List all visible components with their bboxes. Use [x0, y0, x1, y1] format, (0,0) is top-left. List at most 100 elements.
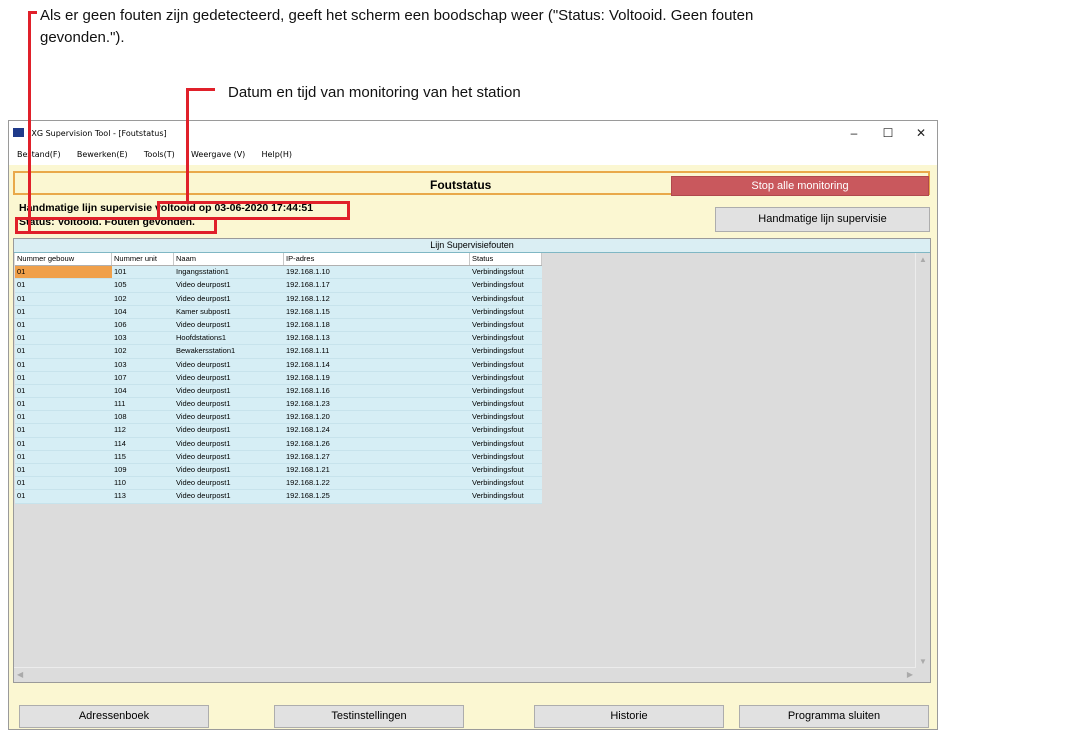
table-row[interactable]: 01 108 Video deurpost1 192.168.1.20 Verbindi… — [15, 411, 542, 425]
table-row[interactable]: 01 101 Ingangsstation1 192.168.1.10 Verbindi… — [15, 266, 542, 280]
column-header[interactable]: Status — [470, 253, 542, 266]
table-cell: 192.168.1.27 — [286, 451, 330, 461]
table-cell: 104 — [114, 385, 127, 395]
table-cell: 01 — [17, 478, 26, 488]
table-cell: 102 — [114, 293, 127, 303]
menu-file[interactable]: Bestand(F) — [17, 150, 61, 159]
stop-all-monitoring-button[interactable]: Stop alle monitoring — [671, 176, 929, 196]
table-cell: 192.168.1.10 — [286, 267, 330, 277]
scroll-down-icon[interactable]: ▼ — [919, 657, 927, 666]
table-cell: 192.168.1.22 — [286, 478, 330, 488]
table-row[interactable]: 01 102 Bewakersstation1 192.168.1.11 Verbind… — [15, 345, 542, 359]
table-cell: 192.168.1.15 — [286, 306, 330, 316]
history-button[interactable]: Historie — [534, 705, 724, 728]
table-cell: 01 — [17, 372, 26, 382]
table-cell: 108 — [114, 412, 127, 422]
table-cell: Verbindingsfout — [472, 399, 524, 409]
table-cell: 192.168.1.12 — [286, 293, 330, 303]
table-cell: 01 — [17, 491, 26, 501]
table-cell: 192.168.1.11 — [286, 346, 330, 356]
table-row[interactable]: 01 107 Video deurpost1 192.168.1.19 Verbindi… — [15, 371, 542, 385]
table-cell: 103 — [114, 359, 127, 369]
annotation-no-errors: Als er geen fouten zijn gedetecteerd, ge… — [40, 5, 753, 49]
table-row[interactable]: 01 104 Video deurpost1 192.168.1.16 Verbindi… — [15, 384, 542, 399]
table-row[interactable]: 01 111 Video deurpost1 192.168.1.23 Verbindi… — [15, 398, 542, 412]
menu-edit[interactable]: Bewerken(E) — [77, 150, 128, 159]
callout-line-vertical-1 — [28, 11, 31, 233]
table-row[interactable]: 01 106 Video deurpost1 192.168.1.18 Verbindi… — [15, 318, 542, 333]
table-cell: 192.168.1.23 — [286, 399, 330, 409]
table-row[interactable]: 01 104 Kamer subpost1 192.168.1.15 Verbindin… — [15, 305, 542, 319]
table-cell: 192.168.1.21 — [286, 465, 330, 474]
vertical-scrollbar[interactable]: ▲ ▼ — [915, 253, 930, 668]
table-row[interactable]: 01 112 Video deurpost1 192.168.1.24 Verbindi… — [15, 424, 542, 438]
table-cell: Verbindingsfout — [472, 359, 524, 369]
window-title: IXG Supervision Tool - [Foutstatus] — [29, 129, 167, 138]
address-book-button[interactable]: Adressenboek — [19, 705, 209, 728]
column-header[interactable]: IP-adres — [284, 253, 470, 266]
table-cell: 192.168.1.13 — [286, 333, 330, 343]
table-row[interactable]: 01 102 Video deurpost1 192.168.1.12 Verbindi… — [15, 292, 542, 306]
menu-help[interactable]: Help(H) — [262, 150, 293, 159]
table-cell: Video deurpost1 — [176, 399, 231, 409]
table-cell: Verbindingsfout — [472, 319, 524, 329]
table-body: 01 101 Ingangsstation1 192.168.1.10 Verbindi… — [15, 266, 542, 504]
table-cell: Hoofdstations1 — [176, 333, 227, 343]
scroll-right-icon[interactable]: ▶ — [907, 670, 913, 679]
horizontal-scrollbar[interactable]: ◀ ▶ — [14, 667, 916, 682]
table-cell: Verbindingsfout — [472, 438, 524, 448]
scroll-left-icon[interactable]: ◀ — [17, 670, 23, 679]
close-icon[interactable]: ✕ — [904, 123, 938, 143]
table-row[interactable]: 01 109 Video deurpost1 192.168.1.21 Verbindi… — [15, 464, 542, 478]
table-cell: Verbindingsfout — [472, 412, 524, 422]
column-header[interactable]: Nummer gebouw — [15, 253, 112, 266]
table-cell: 106 — [114, 319, 127, 329]
table-cell: 01 — [17, 385, 26, 395]
table-cell: 01 — [17, 280, 26, 290]
menu-tools[interactable]: Tools(T) — [144, 150, 175, 159]
table-cell: Verbindingsfout — [472, 306, 524, 316]
table-row[interactable]: 01 115 Video deurpost1 192.168.1.27 Verbindi… — [15, 450, 542, 464]
table-cell: 102 — [114, 346, 127, 356]
column-header[interactable]: Naam — [174, 253, 284, 266]
table-row[interactable]: 01 110 Video deurpost1 192.168.1.22 Verbindi… — [15, 477, 542, 491]
table-cell: 115 — [114, 451, 126, 461]
table-cell: 104 — [114, 306, 127, 316]
table-cell: Video deurpost1 — [176, 385, 231, 395]
page-title: Foutstatus — [430, 178, 492, 192]
scroll-up-icon[interactable]: ▲ — [919, 255, 927, 264]
table-cell: Verbindingsfout — [472, 372, 524, 382]
table-cell: 01 — [17, 451, 26, 461]
table-row[interactable]: 01 113 Video deurpost1 192.168.1.25 Verbindi… — [15, 490, 542, 504]
table-cell: Video deurpost1 — [176, 438, 231, 448]
table-row[interactable]: 01 103 Hoofdstations1 192.168.1.13 Verbindin… — [15, 332, 542, 346]
table-cell: Video deurpost1 — [176, 425, 231, 435]
table-cell: 192.168.1.14 — [286, 359, 330, 369]
menu-bar: Bestand(F) Bewerken(E) Tools(T) Weergave… — [9, 147, 937, 163]
maximize-icon[interactable]: ☐ — [871, 123, 905, 143]
close-program-button[interactable]: Programma sluiten — [739, 705, 929, 728]
table-cell: 112 — [114, 425, 126, 435]
table-cell: 192.168.1.25 — [286, 491, 330, 501]
table-cell: Kamer subpost1 — [176, 306, 231, 316]
table-cell: Verbindingsfout — [472, 385, 524, 395]
table-cell: 110 — [114, 478, 126, 488]
table-cell: Verbindingsfout — [472, 465, 524, 474]
table-row[interactable]: 01 114 Video deurpost1 192.168.1.26 Verbindi… — [15, 437, 542, 451]
table-cell: Video deurpost1 — [176, 478, 231, 488]
table-cell: Video deurpost1 — [176, 451, 231, 461]
table-cell: Video deurpost1 — [176, 319, 231, 329]
menu-view[interactable]: Weergave (V) — [191, 150, 245, 159]
table-cell: 01 — [17, 319, 26, 329]
table-cell: Verbindingsfout — [472, 491, 524, 501]
table-cell: 107 — [114, 372, 127, 382]
table-cell: 192.168.1.16 — [286, 385, 330, 395]
table-row[interactable]: 01 105 Video deurpost1 192.168.1.17 Verbindi… — [15, 279, 542, 293]
minimize-icon[interactable]: – — [837, 123, 871, 143]
table-cell: Verbindingsfout — [472, 280, 524, 290]
table-cell: 111 — [114, 399, 126, 409]
manual-supervision-button[interactable]: Handmatige lijn supervisie — [715, 207, 930, 232]
column-header[interactable]: Nummer unit — [112, 253, 174, 266]
table-row[interactable]: 01 103 Video deurpost1 192.168.1.14 Verbindi… — [15, 358, 542, 372]
test-settings-button[interactable]: Testinstellingen — [274, 705, 464, 728]
